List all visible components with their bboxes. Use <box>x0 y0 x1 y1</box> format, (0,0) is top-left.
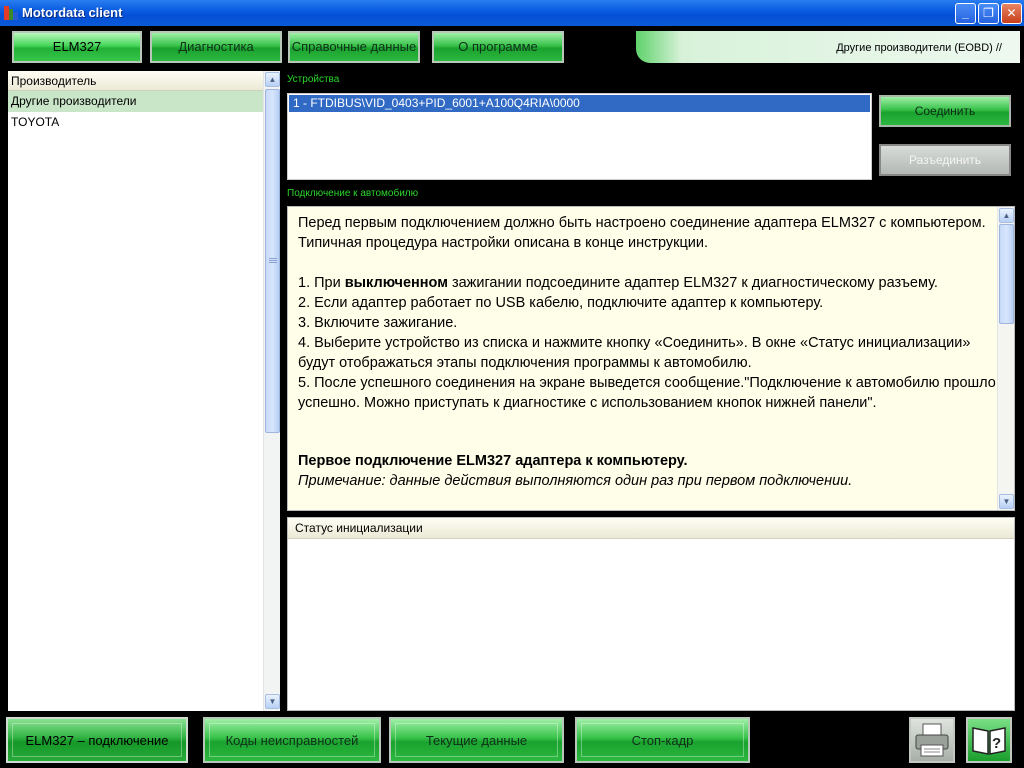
tab-diagnostics[interactable]: Диагностика <box>150 31 282 63</box>
manufacturer-info-panel: Другие производители (EOBD) // <box>636 31 1020 63</box>
trouble-codes-button[interactable]: Коды неисправностей <box>203 717 381 763</box>
tab-reference-data[interactable]: Справочные данные <box>288 31 420 63</box>
scroll-thumb[interactable] <box>999 224 1014 324</box>
instructions-scrollbar[interactable]: ▲ ▼ <box>997 207 1014 510</box>
maximize-button[interactable]: ❐ <box>978 3 999 24</box>
printer-icon <box>915 723 949 757</box>
freeze-frame-button[interactable]: Стоп-кадр <box>575 717 750 763</box>
instructions-step-3: 3. Включите зажигание. <box>298 315 458 331</box>
scroll-up-icon[interactable]: ▲ <box>999 208 1014 223</box>
manufacturer-panel: Производитель Другие производители TOYOT… <box>8 71 280 711</box>
instructions-panel: Перед первым подключением должно быть на… <box>287 206 1015 511</box>
freeze-frame-label: Стоп-кадр <box>581 723 744 757</box>
connect-button[interactable]: Соединить <box>879 95 1011 127</box>
manufacturer-list-header: Производитель <box>8 71 263 91</box>
app-icon <box>4 6 18 20</box>
instructions-note: Примечание: данные действия выполняются … <box>298 473 853 489</box>
close-button[interactable]: ✕ <box>1001 3 1022 24</box>
help-button[interactable]: ? <box>966 717 1012 763</box>
manufacturer-list: Производитель Другие производители TOYOT… <box>8 71 263 711</box>
instructions-text: Перед первым подключением должно быть на… <box>298 213 998 491</box>
instructions-heading: Первое подключение ELM327 адаптера к ком… <box>298 453 688 469</box>
manufacturer-info-text: Другие производители (EOBD) // <box>836 42 1002 54</box>
devices-list[interactable]: 1 - FTDIBUS\VID_0403+PID_6001+A100Q4RIA\… <box>287 93 872 180</box>
live-data-button[interactable]: Текущие данные <box>389 717 564 763</box>
scroll-down-icon[interactable]: ▼ <box>265 694 280 709</box>
tab-elm327[interactable]: ELM327 <box>12 31 142 63</box>
instructions-step-5: 5. После успешного соединения на экране … <box>298 375 996 411</box>
scroll-up-icon[interactable]: ▲ <box>265 72 280 87</box>
instructions-intro: Перед первым подключением должно быть на… <box>298 215 986 251</box>
minimize-button[interactable]: _ <box>955 3 976 24</box>
print-button[interactable] <box>909 717 955 763</box>
elm327-connection-label: ELM327 – подключение <box>12 723 182 757</box>
status-panel: Статус инициализации <box>287 517 1015 711</box>
main-tab-bar: ELM327 Диагностика Справочные данные О п… <box>0 26 1024 68</box>
title-bar: Motordata client _ ❐ ✕ <box>0 0 1024 26</box>
device-item[interactable]: 1 - FTDIBUS\VID_0403+PID_6001+A100Q4RIA\… <box>289 95 870 112</box>
trouble-codes-label: Коды неисправностей <box>209 723 375 757</box>
status-header: Статус инициализации <box>288 518 1014 539</box>
help-book-icon: ? <box>972 727 1006 755</box>
live-data-label: Текущие данные <box>395 723 558 757</box>
instructions-step-4: 4. Выберите устройство из списка и нажми… <box>298 335 971 371</box>
elm327-connection-button[interactable]: ELM327 – подключение <box>6 717 188 763</box>
list-item[interactable]: Другие производители <box>8 91 263 112</box>
bottom-toolbar: ELM327 – подключение Коды неисправностей… <box>0 711 1024 768</box>
instructions-step-2: 2. Если адаптер работает по USB кабелю, … <box>298 295 824 311</box>
connection-label: Подключение к автомобилю <box>287 188 419 199</box>
manufacturer-scrollbar[interactable]: ▲ ▼ <box>263 71 280 711</box>
scroll-thumb[interactable] <box>265 89 280 433</box>
instructions-step-1: 1. При выключенном зажигании подсоединит… <box>298 275 938 291</box>
tab-about[interactable]: О программе <box>432 31 564 63</box>
list-item[interactable]: TOYOTA <box>8 112 263 133</box>
scroll-down-icon[interactable]: ▼ <box>999 494 1014 509</box>
disconnect-button[interactable]: Разъединить <box>879 144 1011 176</box>
devices-label: Устройства <box>287 74 340 85</box>
svg-text:?: ? <box>992 735 1001 752</box>
window-title: Motordata client <box>22 5 123 20</box>
